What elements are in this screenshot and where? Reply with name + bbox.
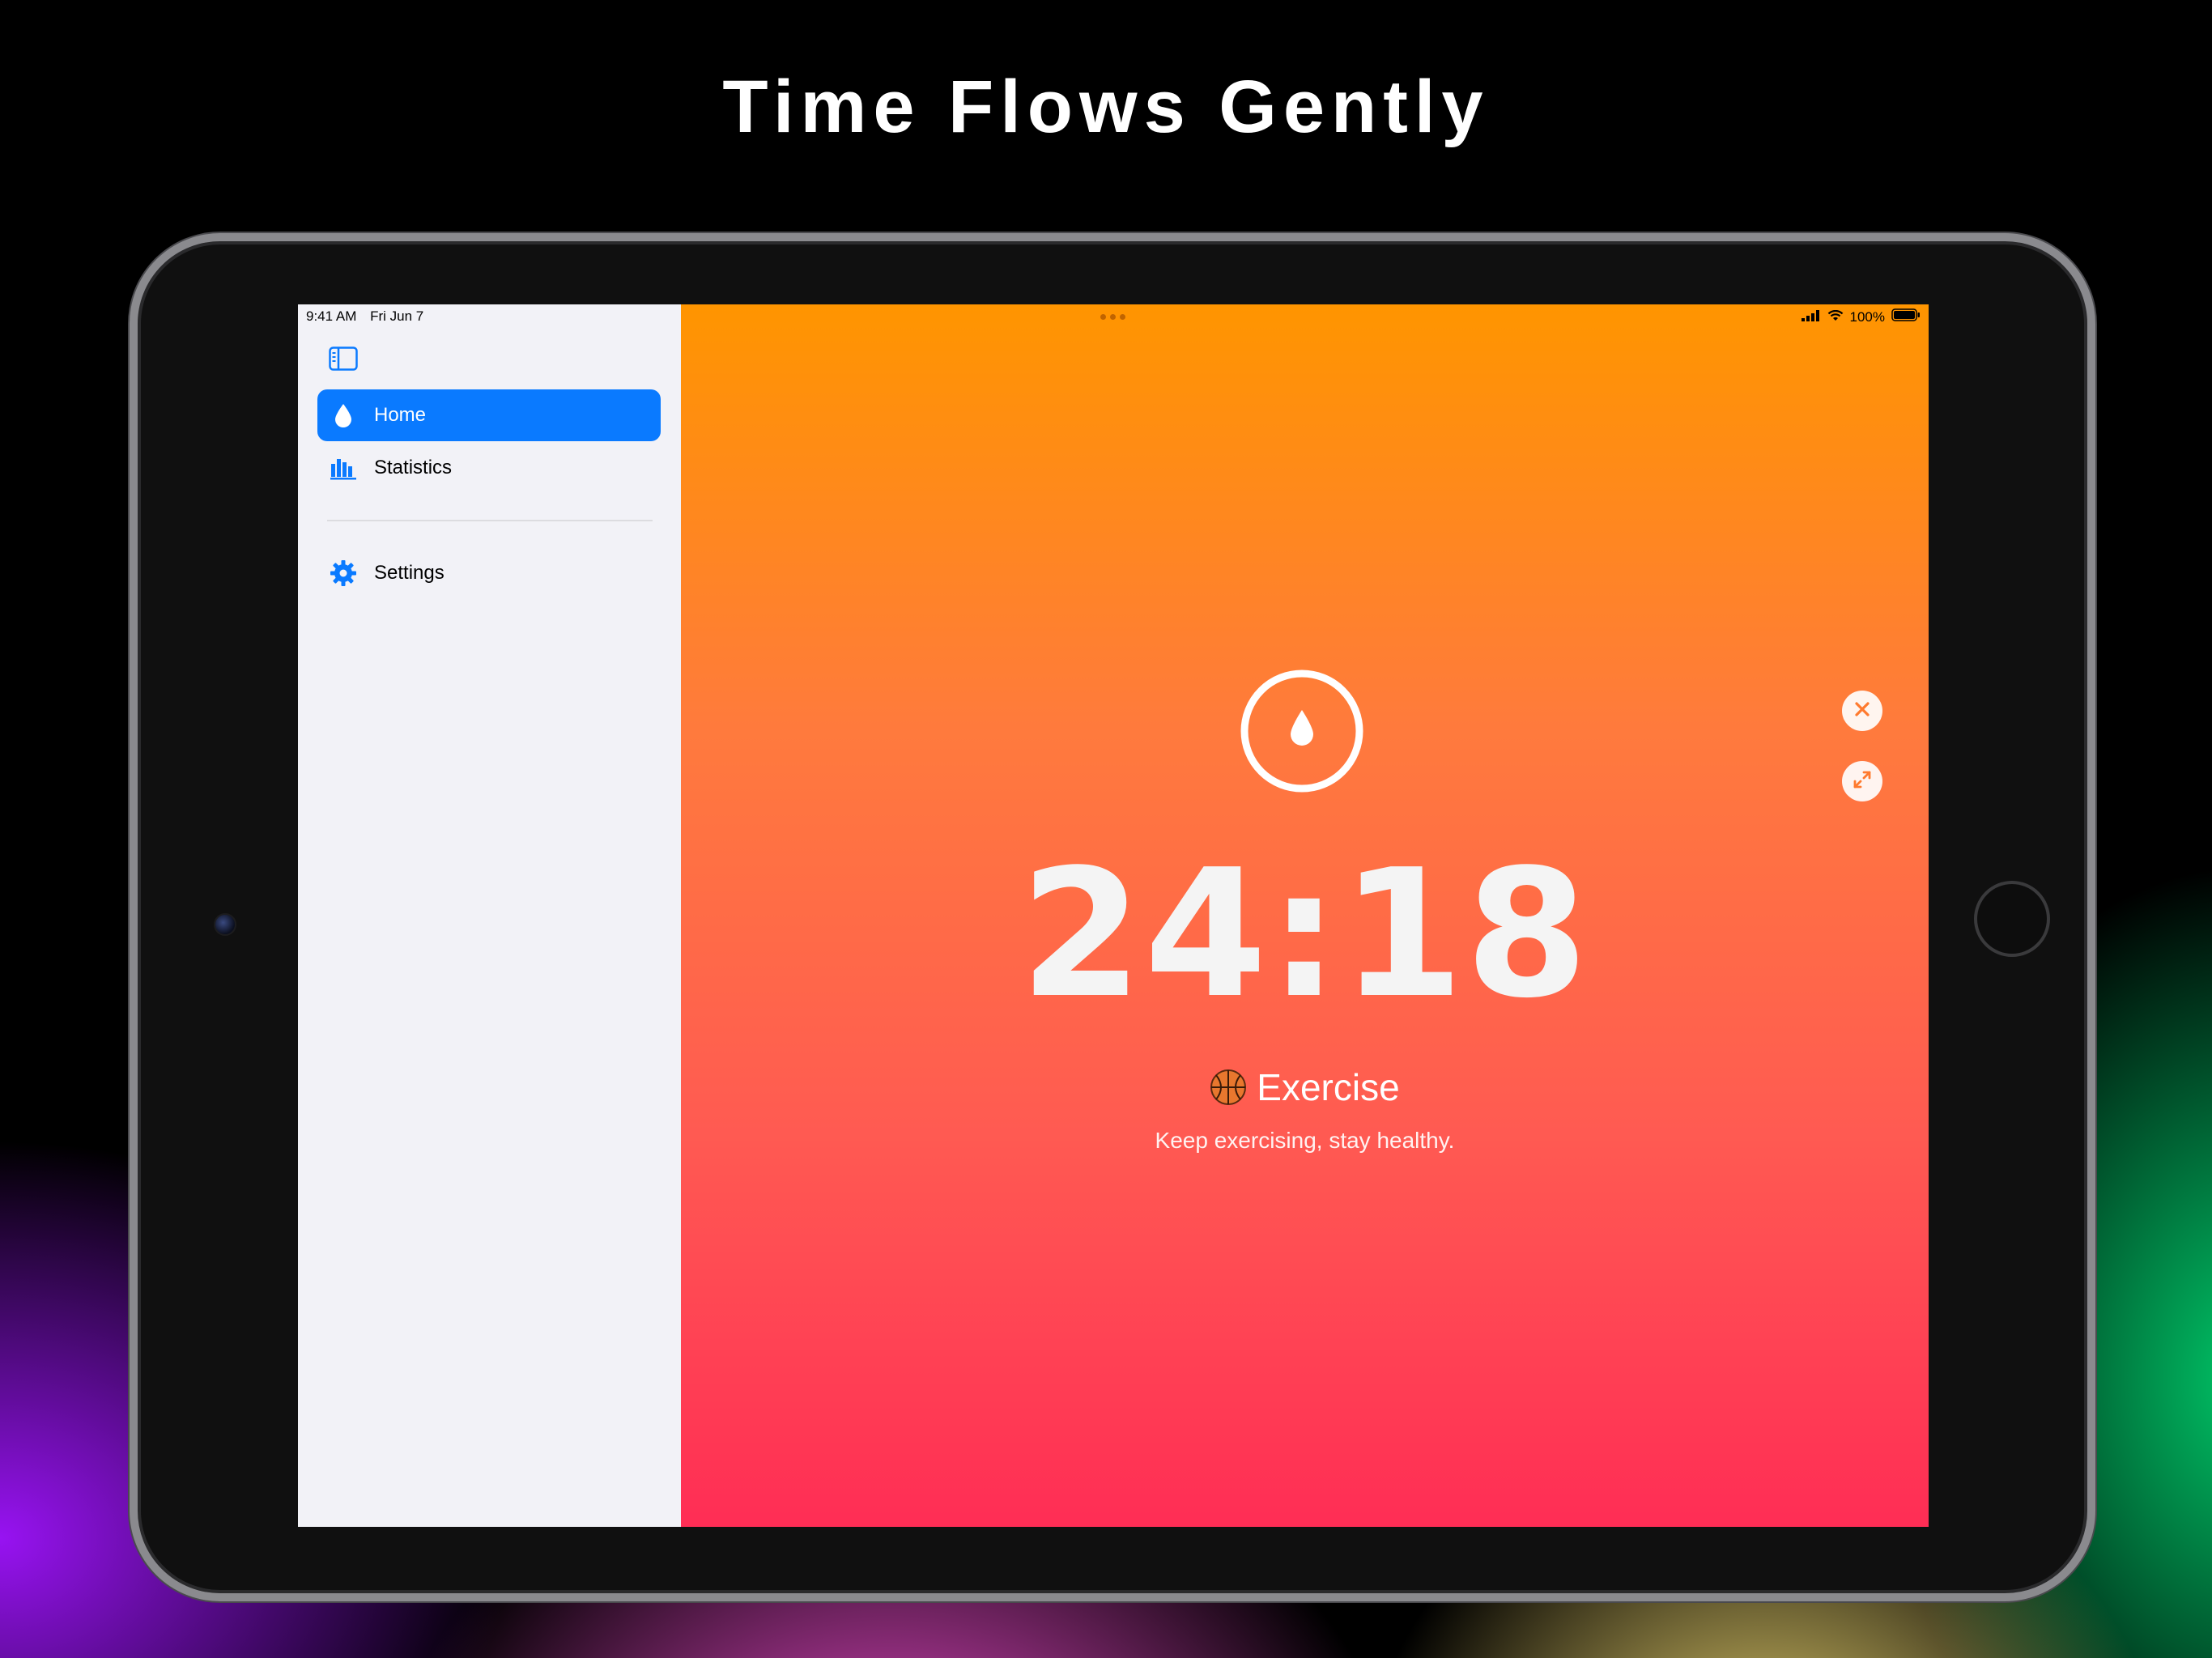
status-time: 9:41 AM xyxy=(306,308,357,324)
timer-display: 24:18 xyxy=(1019,832,1590,1037)
close-icon xyxy=(1853,699,1872,723)
sidebar-item-settings[interactable]: Settings xyxy=(317,547,661,599)
timer-panel: 100% 24:18 Exercise Keep exercising, sta… xyxy=(681,304,1929,1527)
headline: Time Flows Gently xyxy=(722,66,1490,148)
battery-icon xyxy=(1891,308,1921,325)
sidebar-divider xyxy=(327,520,653,521)
status-date: Fri Jun 7 xyxy=(370,308,424,324)
multitasking-menu[interactable] xyxy=(1100,314,1125,320)
status-bar-right: 100% xyxy=(1801,308,1921,325)
sidebar: 9:41 AM Fri Jun 7 Home Statistics Settin… xyxy=(298,304,681,1527)
basketball-icon xyxy=(1210,1069,1247,1106)
fullscreen-button[interactable] xyxy=(1842,761,1882,801)
close-button[interactable] xyxy=(1842,691,1882,731)
activity-title: Exercise xyxy=(681,1065,1929,1109)
ipad-screen: 9:41 AM Fri Jun 7 Home Statistics Settin… xyxy=(298,304,1929,1527)
status-bar-left: 9:41 AM Fri Jun 7 xyxy=(306,308,433,325)
activity-subtitle: Keep exercising, stay healthy. xyxy=(1155,1128,1455,1153)
sidebar-item-label: Home xyxy=(374,404,427,426)
sidebar-item-label: Statistics xyxy=(374,457,453,478)
camera-icon xyxy=(214,913,236,936)
expand-icon xyxy=(1852,769,1873,794)
gear-icon xyxy=(329,559,358,588)
sidebar-item-statistics[interactable]: Statistics xyxy=(317,442,661,494)
drop-icon xyxy=(329,401,358,430)
cellular-signal-icon xyxy=(1801,309,1821,325)
sidebar-item-label: Settings xyxy=(374,562,445,584)
chart-bar-icon xyxy=(329,453,358,483)
battery-percent: 100% xyxy=(1849,308,1885,325)
water-drop-ring-icon xyxy=(1239,668,1365,794)
home-button[interactable] xyxy=(1974,881,2050,957)
wifi-icon xyxy=(1827,309,1844,325)
sidebar-icon[interactable] xyxy=(329,346,358,371)
activity-label: Exercise xyxy=(1257,1066,1400,1108)
sidebar-item-home[interactable]: Home xyxy=(317,389,661,441)
